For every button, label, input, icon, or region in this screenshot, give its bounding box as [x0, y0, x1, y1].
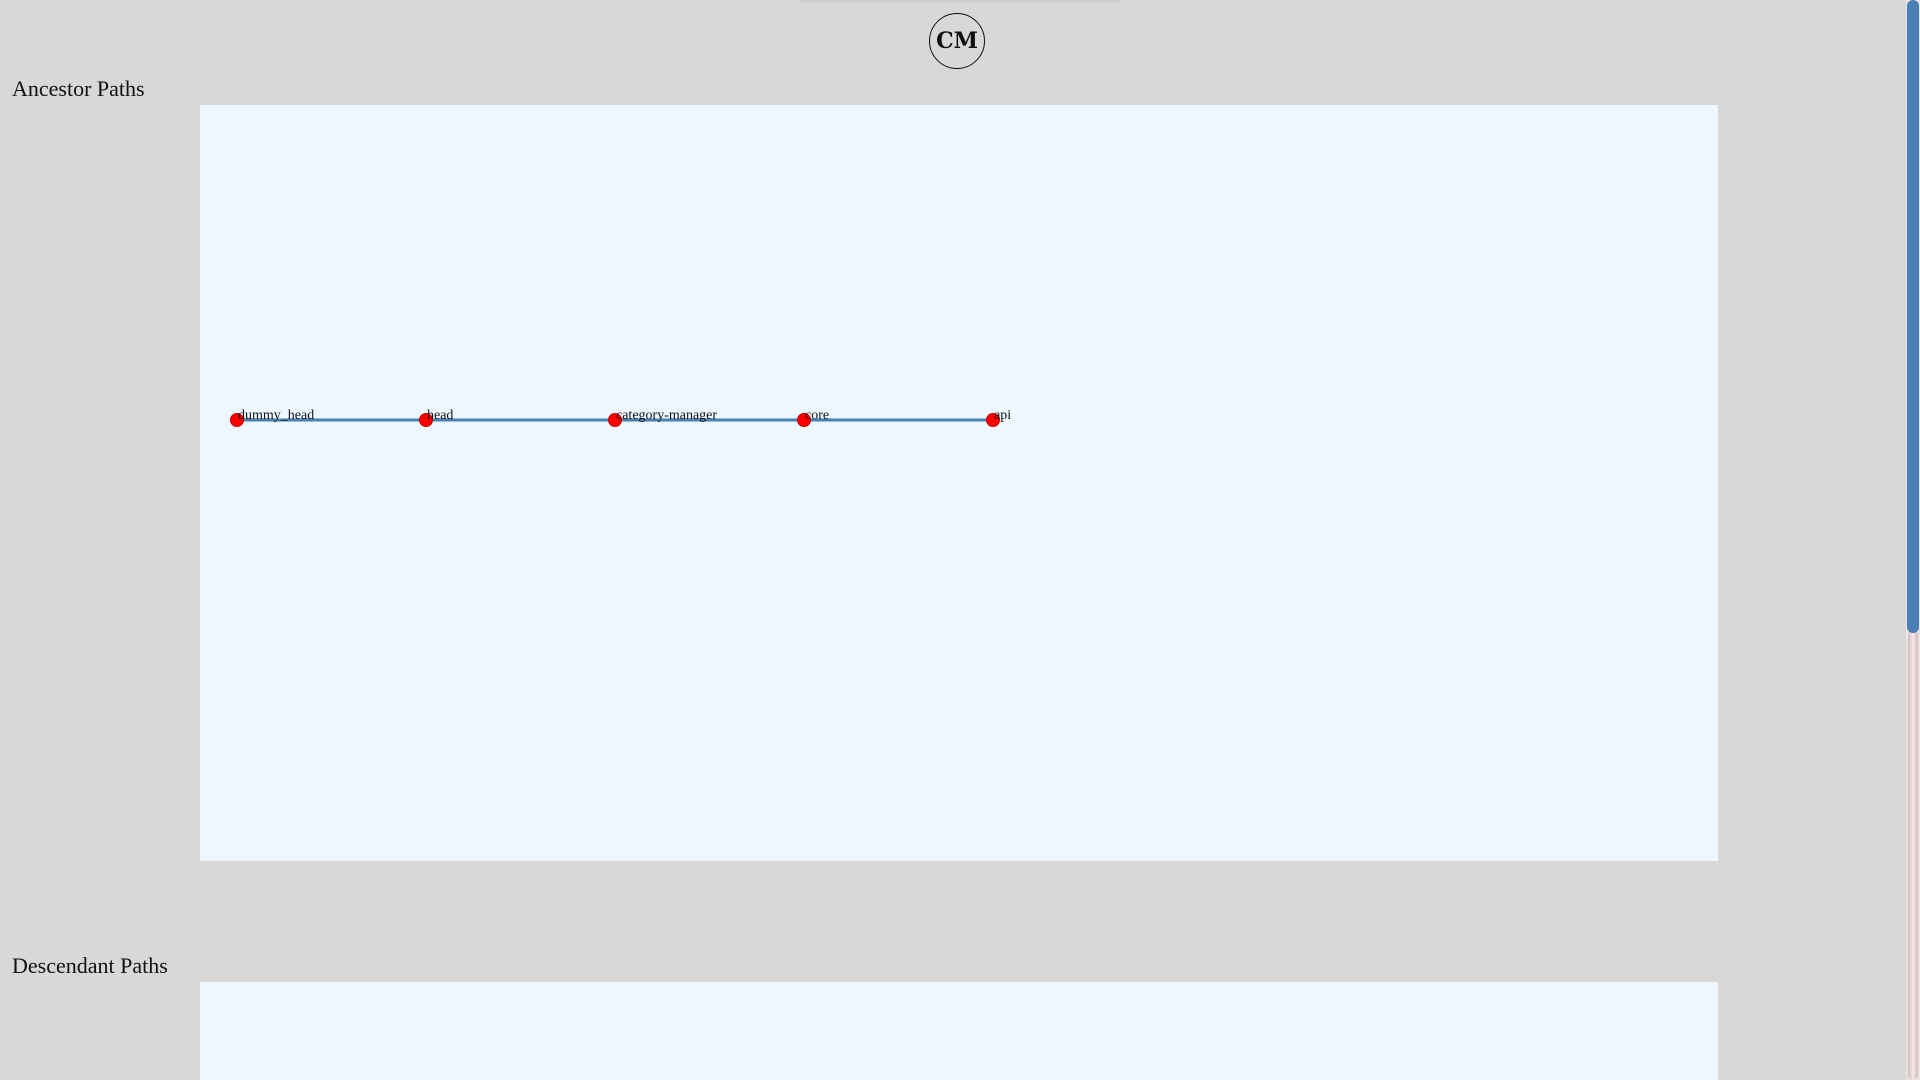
vertical-scrollbar[interactable] [1906, 0, 1920, 1080]
node-label-api: api [994, 408, 1011, 423]
ancestor-paths-title: Ancestor Paths [12, 76, 145, 101]
node-label-core: core [805, 408, 829, 423]
ancestor-graph: dummy_head head category-manager core api [230, 408, 1011, 427]
page: CM Ancestor Paths dummy_head head category… [0, 0, 1920, 1080]
node-label-head: head [427, 408, 453, 423]
ancestor-graph-panel[interactable]: dummy_head head category-manager core api [200, 105, 1718, 861]
node-label-dummy_head: dummy_head [238, 408, 314, 423]
cm-logo[interactable]: CM [929, 13, 985, 69]
logo-text: CM [936, 28, 978, 54]
top-shadow [800, 0, 1120, 4]
node-label-category-manager: category-manager [616, 408, 717, 423]
descendant-graph-panel[interactable] [200, 982, 1718, 1080]
scrollbar-track [1908, 630, 1918, 1080]
descendant-paths-title: Descendant Paths [12, 953, 168, 978]
scrollbar-thumb[interactable] [1907, 0, 1919, 633]
